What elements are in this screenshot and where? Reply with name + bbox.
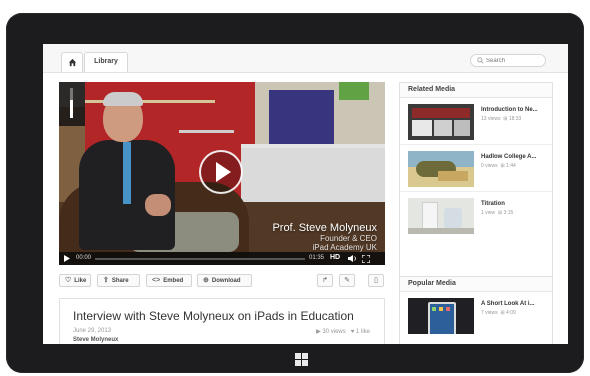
list-item[interactable]: A Short Look At i... 7 views ⊞ 4:09: [400, 292, 552, 338]
download-icon: ⊕: [203, 277, 209, 284]
likes-icon: ♥: [350, 329, 355, 335]
views-icon: ▶: [316, 329, 321, 335]
video-player[interactable]: Prof. Steve Molyneux Founder & CEO iPad …: [59, 82, 385, 265]
embed-button[interactable]: <> Embed: [146, 274, 192, 287]
related-media-heading: Related Media: [400, 83, 552, 98]
search-input[interactable]: [486, 55, 542, 66]
likes-count: 1 like: [355, 329, 370, 335]
hd-toggle[interactable]: HD: [330, 254, 340, 261]
mobile-icon: ▯: [374, 277, 378, 284]
top-nav-bar: Library: [43, 44, 568, 73]
popular-media-heading: Popular Media: [400, 277, 552, 292]
play-button[interactable]: [199, 150, 243, 194]
play-icon: [216, 162, 231, 182]
code-icon: <>: [152, 277, 161, 284]
download-button[interactable]: ⊕ Download: [197, 274, 252, 287]
video-author[interactable]: Steve Molyneux: [73, 337, 118, 343]
browser-screen: Library Search Prof. Steve Molyneux Foun…: [43, 44, 568, 344]
related-media-panel: Related Media Introduction to Ne... 13 v…: [399, 82, 553, 292]
popular-media-panel: Popular Media A Short Look At i... 7 vie…: [399, 276, 553, 344]
video-title: Interview with Steve Molyneux on iPads i…: [73, 309, 354, 323]
video-stats: ▶ 30 views ♥ 1 like: [316, 328, 370, 335]
tablet-device: Library Search Prof. Steve Molyneux Foun…: [0, 0, 590, 376]
volume-icon[interactable]: [348, 255, 357, 262]
video-caption: Prof. Steve Molyneux Founder & CEO iPad …: [272, 222, 377, 252]
edit-icon: ✎: [344, 277, 350, 284]
thumbnail-lizard: [408, 151, 474, 187]
home-icon: [68, 58, 77, 67]
time-elapsed: 00:00: [76, 255, 92, 261]
share-icon: ⇪: [103, 277, 109, 284]
home-tab[interactable]: [61, 52, 83, 72]
views-count: 30 views: [322, 329, 346, 335]
video-info-box: Interview with Steve Molyneux on iPads i…: [59, 298, 385, 344]
video-date: June 29, 2013: [73, 328, 112, 334]
caption-name: Prof. Steve Molyneux: [272, 222, 377, 234]
caption-org: iPad Academy UK: [312, 243, 377, 252]
edit-button[interactable]: ✎: [339, 274, 355, 287]
player-controls: 00:00 01:35 HD: [59, 252, 385, 265]
playlist-add-icon: ↱: [322, 277, 328, 284]
add-to-playlist-button[interactable]: ↱: [317, 274, 333, 287]
heart-icon: ♡: [65, 277, 72, 284]
fullscreen-icon[interactable]: [362, 255, 370, 263]
like-button[interactable]: ♡ Like: [59, 274, 91, 287]
mobile-view-button[interactable]: ▯: [368, 274, 384, 287]
media-actions: ♡ Like ⇪ Share <> Embed ⊕ Download ↱ ✎ ▯: [59, 274, 385, 288]
time-total: 01:35: [309, 255, 325, 261]
play-small-icon[interactable]: [64, 255, 70, 262]
list-item[interactable]: Titration 1 view ⊞ 3:15: [400, 192, 552, 238]
progress-bar[interactable]: [95, 258, 305, 260]
thumbnail-website: [408, 104, 474, 140]
volume-slider[interactable]: [59, 82, 85, 126]
share-button[interactable]: ⇪ Share: [97, 274, 140, 287]
caption-role: Founder & CEO: [320, 234, 377, 243]
list-item[interactable]: Introduction to Ne... 13 views ⊞ 18:33: [400, 98, 552, 145]
list-item[interactable]: Hadlow College A... 0 views ⊞ 1:44: [400, 145, 552, 192]
search-icon: [477, 57, 484, 64]
thumbnail-titration: [408, 198, 474, 234]
search-box[interactable]: [470, 54, 546, 67]
tab-library[interactable]: Library: [84, 52, 128, 72]
thumbnail-ipad: [408, 298, 474, 334]
windows-start-button[interactable]: [295, 353, 309, 367]
